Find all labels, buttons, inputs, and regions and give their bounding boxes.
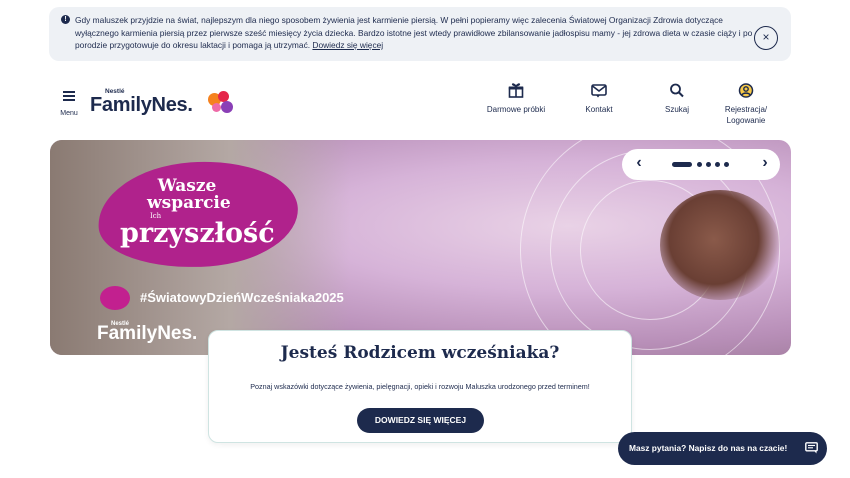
hamburger-icon bbox=[63, 91, 75, 101]
info-icon: ! bbox=[61, 15, 70, 24]
gift-icon bbox=[508, 83, 524, 98]
logo-dot-purple bbox=[221, 101, 233, 113]
chat-button[interactable]: Masz pytania? Napisz do nas na czacie! bbox=[618, 432, 827, 465]
carousel-controls: ‹ › bbox=[622, 149, 780, 180]
menu-label: Menu bbox=[60, 110, 78, 117]
notice-learn-more-link[interactable]: Dowiedz się więcej bbox=[312, 40, 383, 50]
chat-icon bbox=[805, 442, 818, 454]
hero-familynes-logo: FamilyNes. bbox=[97, 323, 198, 344]
hero-headline-2: przyszłość bbox=[120, 218, 275, 249]
notice-body: Gdy maluszek przyjdzie na świat, najleps… bbox=[75, 15, 753, 50]
hero-headline-1: Wasze wsparcie bbox=[147, 176, 231, 213]
nav-register-login[interactable]: Rejestracja/ Logowanie bbox=[717, 83, 775, 126]
premature-day-icon bbox=[100, 286, 130, 310]
user-icon bbox=[738, 83, 754, 98]
site-header: Menu Nestlé FamilyNes. Darmowe próbki Ko… bbox=[0, 80, 850, 140]
nav-label: Szukaj bbox=[664, 105, 689, 114]
menu-button[interactable]: Menu bbox=[57, 91, 81, 117]
nav-label: Darmowe próbki bbox=[486, 105, 546, 114]
carousel-dot[interactable] bbox=[697, 162, 702, 167]
chat-label: Masz pytania? Napisz do nas na czacie! bbox=[629, 443, 788, 453]
card-description: Poznaj wskazówki dotyczące żywienia, pie… bbox=[250, 382, 590, 391]
logo-text: FamilyNes. bbox=[90, 94, 193, 116]
carousel-dot[interactable] bbox=[715, 162, 720, 167]
familynes-logo[interactable]: Nestlé FamilyNes. bbox=[90, 88, 250, 120]
learn-more-button[interactable]: DOWIEDZ SIĘ WIĘCEJ bbox=[357, 408, 484, 433]
breastfeeding-notice: ! Gdy maluszek przyjdzie na świat, najle… bbox=[49, 7, 791, 61]
card-title: Jesteś Rodzicem wcześniaka? bbox=[280, 343, 560, 363]
premature-parent-card: Jesteś Rodzicem wcześniaka? Poznaj wskaz… bbox=[208, 330, 632, 443]
close-icon[interactable]: × bbox=[754, 26, 778, 50]
chevron-right-icon[interactable]: › bbox=[754, 153, 776, 175]
nav-contact[interactable]: Kontakt bbox=[578, 83, 620, 115]
carousel-dot[interactable] bbox=[706, 162, 711, 167]
nav-label: Rejestracja/ Logowanie bbox=[724, 105, 768, 125]
mail-icon bbox=[591, 84, 607, 98]
nav-search[interactable]: Szukaj bbox=[657, 83, 697, 115]
carousel-dot-active[interactable] bbox=[672, 162, 692, 167]
hero-baby-photo bbox=[660, 190, 780, 300]
search-icon bbox=[670, 83, 684, 98]
logo-dot-pink bbox=[212, 103, 221, 112]
nav-free-samples[interactable]: Darmowe próbki bbox=[482, 83, 550, 115]
nav-label: Kontakt bbox=[585, 105, 613, 114]
notice-text: Gdy maluszek przyjdzie na świat, najleps… bbox=[75, 14, 755, 52]
chevron-left-icon[interactable]: ‹ bbox=[628, 153, 650, 175]
carousel-dot[interactable] bbox=[724, 162, 729, 167]
hero-hashtag: #ŚwiatowyDzieńWcześniaka2025 bbox=[140, 290, 344, 305]
